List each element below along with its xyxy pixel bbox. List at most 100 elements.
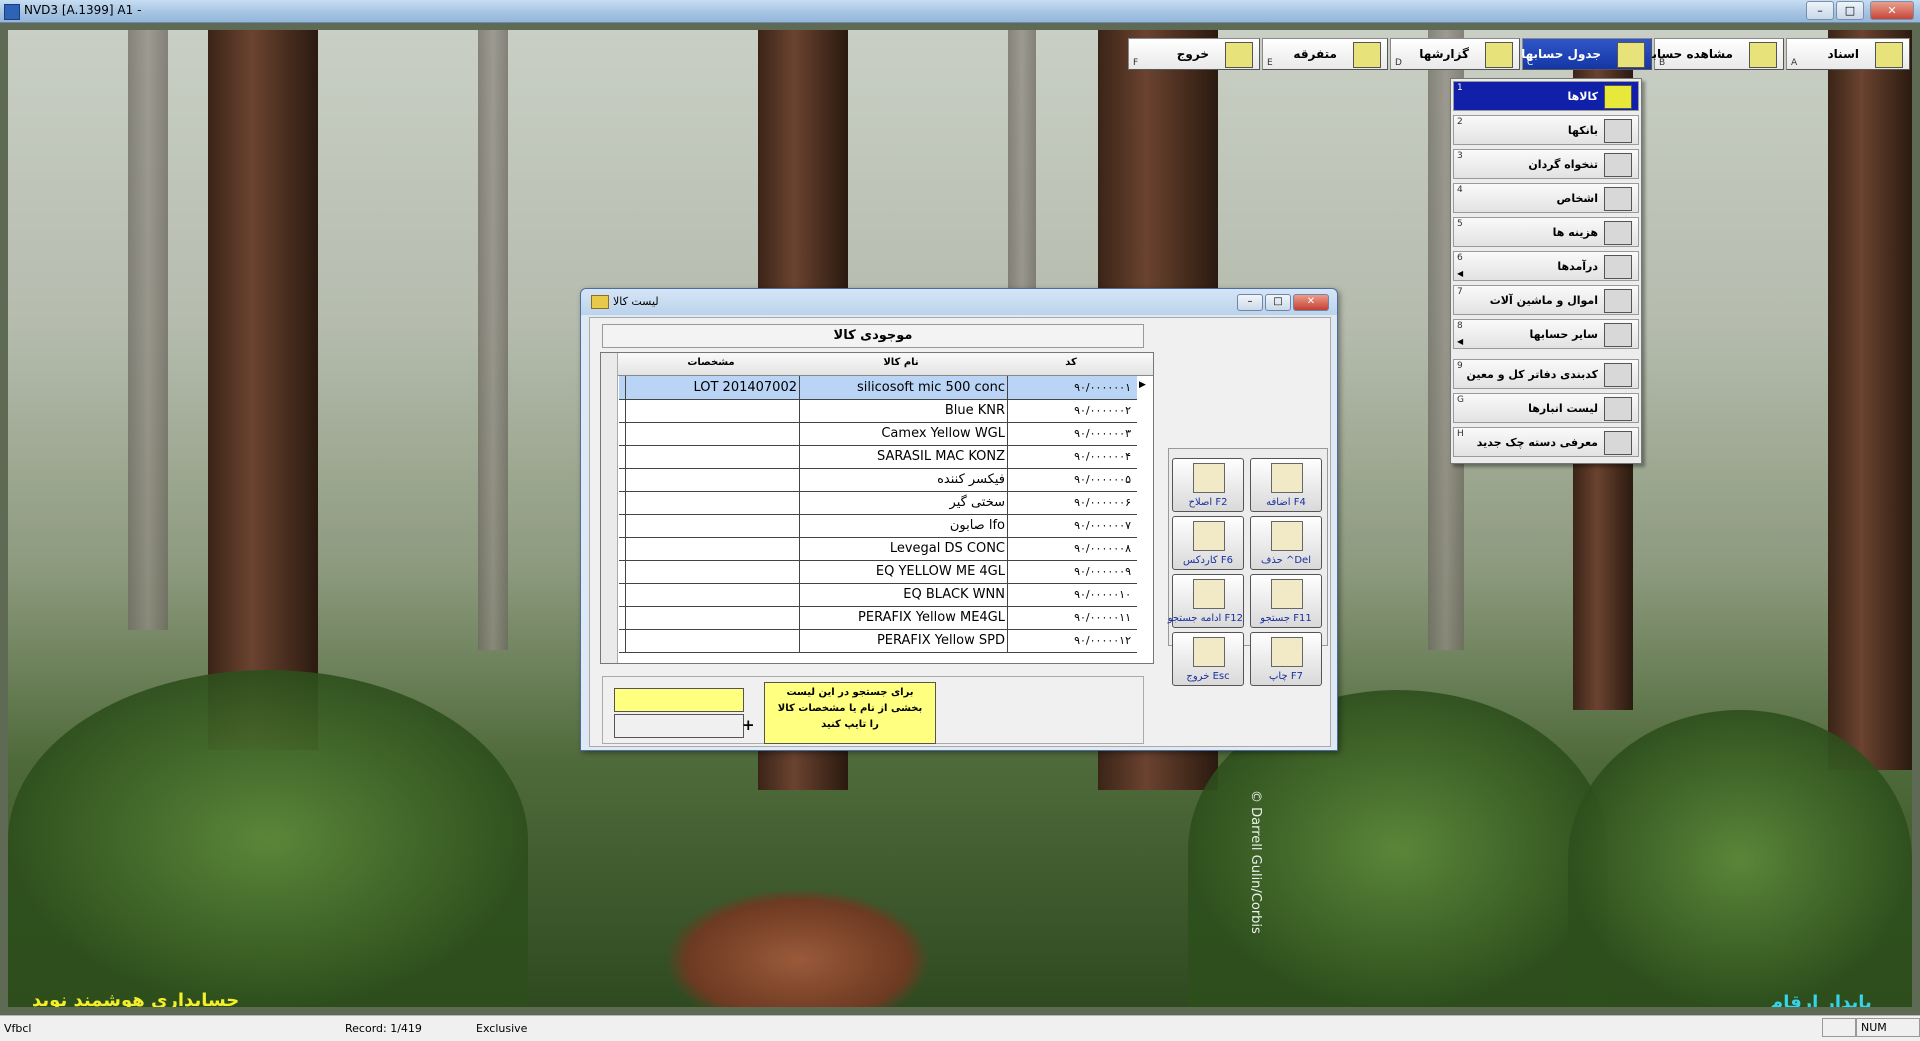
cell-code[interactable]: ۹۰/۰۰۰۰۰۰۵: [1007, 468, 1137, 491]
cell-spec[interactable]: LOT 201407002: [625, 376, 799, 399]
cell-name[interactable]: SARASIL MAC KONZ: [799, 445, 1007, 468]
menu-item-1[interactable]: کالاها 1: [1453, 81, 1639, 111]
cardex-button[interactable]: F6 کاردکس: [1172, 516, 1244, 570]
button-label: F4 اضافه: [1266, 497, 1306, 508]
cell-spec[interactable]: [625, 399, 799, 422]
cell-spec[interactable]: [625, 583, 799, 606]
menu-item-6[interactable]: درآمدها 6 ◀: [1453, 251, 1639, 281]
cell-name[interactable]: Levegal DS CONC: [799, 537, 1007, 560]
cell-spec[interactable]: [625, 445, 799, 468]
cell-spec[interactable]: [625, 422, 799, 445]
search-input-secondary[interactable]: [614, 714, 744, 738]
table-row[interactable]: PERAFIX Yellow SPD ۹۰/۰۰۰۰۰۱۲: [619, 629, 1137, 653]
toolbar-button-d[interactable]: گزارشها D: [1390, 38, 1520, 70]
section-title: موجودی کالا: [602, 324, 1144, 348]
column-header-name[interactable]: نام کالا: [801, 357, 1001, 368]
cell-spec[interactable]: [625, 560, 799, 583]
cell-name[interactable]: Blue KNR: [799, 399, 1007, 422]
search-button[interactable]: F11 جستجو: [1250, 574, 1322, 628]
cell-name[interactable]: Camex Yellow WGL: [799, 422, 1007, 445]
cell-code[interactable]: ۹۰/۰۰۰۰۰۰۳: [1007, 422, 1137, 445]
menu-item-label: اشخاص: [1556, 192, 1598, 205]
toolbar-button-e[interactable]: متفرقه E: [1262, 38, 1388, 70]
search-input[interactable]: [614, 688, 744, 712]
table-row[interactable]: سختی گیر ۹۰/۰۰۰۰۰۰۶: [619, 491, 1137, 515]
table-row[interactable]: فیکسر کننده ۹۰/۰۰۰۰۰۰۵: [619, 468, 1137, 492]
table-row[interactable]: Blue KNR ۹۰/۰۰۰۰۰۰۲: [619, 399, 1137, 423]
toolbar-button-f[interactable]: خروج F: [1128, 38, 1260, 70]
wallpaper-fern: [1568, 710, 1912, 1007]
menu-item-label: کدبندی دفاتر کل و معین: [1466, 368, 1598, 381]
cell-spec[interactable]: [625, 491, 799, 514]
menu-item-h[interactable]: معرفی دسته چک جدید H: [1453, 427, 1639, 457]
brand-right: پایدار ارقام: [1770, 992, 1872, 1007]
cell-code[interactable]: ۹۰/۰۰۰۰۰۰۱: [1007, 376, 1137, 399]
cell-spec[interactable]: [625, 537, 799, 560]
table-row[interactable]: Levegal DS CONC ۹۰/۰۰۰۰۰۰۸: [619, 537, 1137, 561]
menu-item-5[interactable]: هزینه ها 5: [1453, 217, 1639, 247]
cell-code[interactable]: ۹۰/۰۰۰۰۰۰۷: [1007, 514, 1137, 537]
cell-name[interactable]: سختی گیر: [799, 491, 1007, 514]
cell-code[interactable]: ۹۰/۰۰۰۰۰۰۸: [1007, 537, 1137, 560]
menu-item-8[interactable]: سایر حسابها 8 ◀: [1453, 319, 1639, 349]
cell-name[interactable]: صابون lfo: [799, 514, 1007, 537]
delete-button[interactable]: Del^ حذف: [1250, 516, 1322, 570]
dialog-close-button[interactable]: ✕: [1293, 294, 1329, 311]
cell-name[interactable]: PERAFIX Yellow ME4GL: [799, 606, 1007, 629]
wallpaper-tree: [208, 30, 318, 750]
cell-code[interactable]: ۹۰/۰۰۰۰۰۱۰: [1007, 583, 1137, 606]
cell-name[interactable]: silicosoft mic 500 conc: [799, 376, 1007, 399]
cell-code[interactable]: ۹۰/۰۰۰۰۰۰۹: [1007, 560, 1137, 583]
cell-name[interactable]: فیکسر کننده: [799, 468, 1007, 491]
menu-item-2[interactable]: بانکها 2: [1453, 115, 1639, 145]
menu-item-label: بانکها: [1567, 124, 1598, 137]
table-row[interactable]: SARASIL MAC KONZ ۹۰/۰۰۰۰۰۰۴: [619, 445, 1137, 469]
table-row[interactable]: صابون lfo ۹۰/۰۰۰۰۰۰۷: [619, 514, 1137, 538]
add-button[interactable]: F4 اضافه: [1250, 458, 1322, 512]
toolbar-button-key: A: [1791, 58, 1798, 68]
search-next-button[interactable]: F12 ادامه جستجو: [1168, 574, 1244, 628]
minimize-button[interactable]: –: [1806, 1, 1834, 20]
cell-spec[interactable]: [625, 514, 799, 537]
dialog-minimize-button[interactable]: –: [1237, 294, 1263, 311]
cell-code[interactable]: ۹۰/۰۰۰۰۰۱۱: [1007, 606, 1137, 629]
cell-spec[interactable]: [625, 468, 799, 491]
table-row[interactable]: PERAFIX Yellow ME4GL ۹۰/۰۰۰۰۰۱۱: [619, 606, 1137, 630]
maximize-button[interactable]: □: [1836, 1, 1864, 20]
toolbar-button-a[interactable]: اسناد A: [1786, 38, 1910, 70]
grid-left-scrollbar[interactable]: [601, 353, 618, 663]
column-header-code[interactable]: کد: [1001, 357, 1141, 368]
cell-name[interactable]: EQ YELLOW ME 4GL: [799, 560, 1007, 583]
toolbar-button-c[interactable]: جدول حسابها C: [1521, 38, 1652, 70]
cell-code[interactable]: ۹۰/۰۰۰۰۰۰۴: [1007, 445, 1137, 468]
accounts-table-icon: [1617, 42, 1645, 68]
edit-button[interactable]: F2 اصلاح: [1172, 458, 1244, 512]
cell-code[interactable]: ۹۰/۰۰۰۰۰۱۲: [1007, 629, 1137, 652]
menu-item-9[interactable]: کدبندی دفاتر کل و معین 9: [1453, 359, 1639, 389]
table-row[interactable]: Camex Yellow WGL ۹۰/۰۰۰۰۰۰۳: [619, 422, 1137, 446]
table-row[interactable]: EQ BLACK WNN ۹۰/۰۰۰۰۰۱۰: [619, 583, 1137, 607]
exit-button[interactable]: Esc خروج: [1172, 632, 1244, 686]
table-row[interactable]: EQ YELLOW ME 4GL ۹۰/۰۰۰۰۰۰۹: [619, 560, 1137, 584]
cell-spec[interactable]: [625, 629, 799, 652]
cell-spec[interactable]: [625, 606, 799, 629]
menu-item-number: H: [1457, 429, 1464, 439]
cell-code[interactable]: ۹۰/۰۰۰۰۰۰۲: [1007, 399, 1137, 422]
table-row[interactable]: LOT 201407002 silicosoft mic 500 conc ۹۰/۰…: [619, 376, 1137, 400]
goods-grid[interactable]: مشخصات نام کالا کد LOT 201407002 silicoso…: [600, 352, 1154, 664]
dialog-maximize-button[interactable]: □: [1265, 294, 1291, 311]
reports-icon: [1485, 42, 1513, 68]
people-icon: [1604, 187, 1632, 211]
cell-code[interactable]: ۹۰/۰۰۰۰۰۰۶: [1007, 491, 1137, 514]
menu-item-3[interactable]: تنخواه گردان 3: [1453, 149, 1639, 179]
cell-name[interactable]: PERAFIX Yellow SPD: [799, 629, 1007, 652]
cell-name[interactable]: EQ BLACK WNN: [799, 583, 1007, 606]
print-button[interactable]: F7 چاپ: [1250, 632, 1322, 686]
column-header-spec[interactable]: مشخصات: [641, 357, 781, 368]
menu-item-7[interactable]: اموال و ماشین آلات 7: [1453, 285, 1639, 315]
toolbar-button-b[interactable]: مشاهده حسابها B: [1640, 38, 1784, 70]
close-button[interactable]: ✕: [1870, 1, 1914, 20]
menu-item-4[interactable]: اشخاص 4: [1453, 183, 1639, 213]
menu-item-g[interactable]: لیست انبارها G: [1453, 393, 1639, 423]
menu-item-label: تنخواه گردان: [1528, 158, 1598, 171]
